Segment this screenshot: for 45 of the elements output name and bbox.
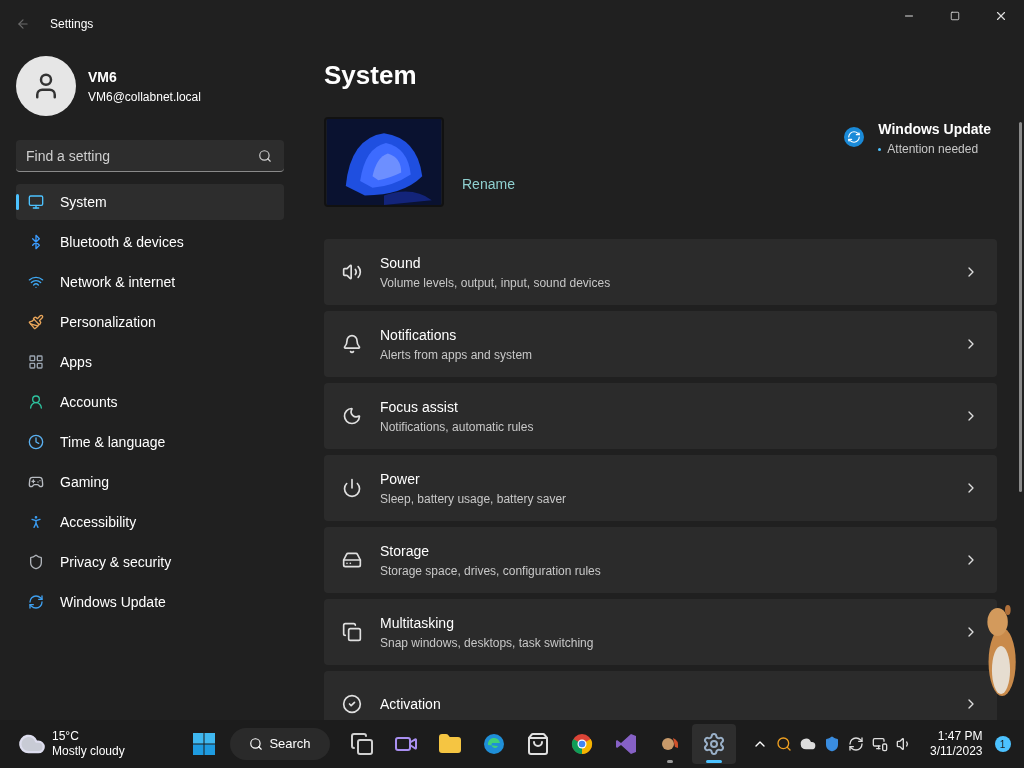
settings-card[interactable]: Power Sleep, battery usage, battery saver	[324, 455, 997, 521]
settings-card[interactable]: Focus assist Notifications, automatic rules	[324, 383, 997, 449]
settings-card[interactable]: Multitasking Snap windows, desktops, task switching	[324, 599, 997, 665]
sidebar-item[interactable]: Personalization	[16, 304, 284, 340]
sidebar-item[interactable]: Accessibility	[16, 504, 284, 540]
sidebar-item[interactable]: Bluetooth & devices	[16, 224, 284, 260]
card-title: Focus assist	[380, 397, 459, 417]
card-title: Storage	[380, 541, 431, 561]
update-status: Attention needed	[887, 141, 979, 158]
card-description: Volume levels, output, input, sound devices	[380, 274, 612, 292]
rename-link[interactable]: Rename	[462, 174, 515, 195]
settings-card[interactable]: Storage Storage space, drives, configuration rules	[324, 527, 997, 593]
sidebar-item[interactable]: Time & language	[16, 424, 284, 460]
window-title: Settings	[50, 16, 94, 33]
search-field[interactable]: Find a setting	[16, 140, 284, 172]
sidebar-item[interactable]: Apps	[16, 344, 284, 380]
card-title: Multitasking	[380, 613, 455, 633]
clock-date[interactable]: 3/11/2023	[930, 744, 983, 759]
card-description: Alerts from apps and system	[380, 346, 534, 364]
settings-card[interactable]: Sound Volume levels, output, input, sound devices	[324, 239, 997, 305]
card-description: Snap windows, desktops, task switching	[380, 634, 595, 652]
taskbar-search[interactable]: Search	[230, 728, 330, 760]
card-description: Sleep, battery usage, battery saver	[380, 490, 568, 508]
notification-badge[interactable]: 1	[994, 736, 1011, 752]
card-title: Sound	[380, 253, 422, 273]
card-title: Power	[380, 469, 421, 489]
update-title[interactable]: Windows Update	[878, 119, 991, 140]
card-description: Storage space, drives, configuration rules	[380, 562, 602, 580]
sidebar-item[interactable]: Accounts	[16, 384, 284, 420]
sidebar-item[interactable]: Privacy & security	[16, 544, 284, 580]
card-title: Notifications	[380, 325, 458, 345]
account-email: VM6@collabnet.local	[88, 88, 201, 106]
sidebar-item[interactable]: Gaming	[16, 464, 284, 500]
settings-card[interactable]: Activation	[324, 671, 997, 720]
sidebar-item[interactable]: Windows Update	[16, 584, 284, 620]
settings-card[interactable]: Notifications Alerts from apps and system	[324, 311, 997, 377]
account-name: VM6	[88, 67, 118, 87]
sidebar-item[interactable]: Network & internet	[16, 264, 284, 300]
weather-condition: Mostly cloudy	[52, 744, 125, 759]
card-description: Notifications, automatic rules	[380, 418, 535, 436]
page-title: System	[324, 59, 418, 92]
sidebar-item[interactable]: System	[16, 184, 284, 220]
clock-time[interactable]: 1:47 PM	[937, 729, 983, 744]
weather-temp: 15°C	[52, 729, 80, 744]
card-title: Activation	[380, 694, 442, 714]
